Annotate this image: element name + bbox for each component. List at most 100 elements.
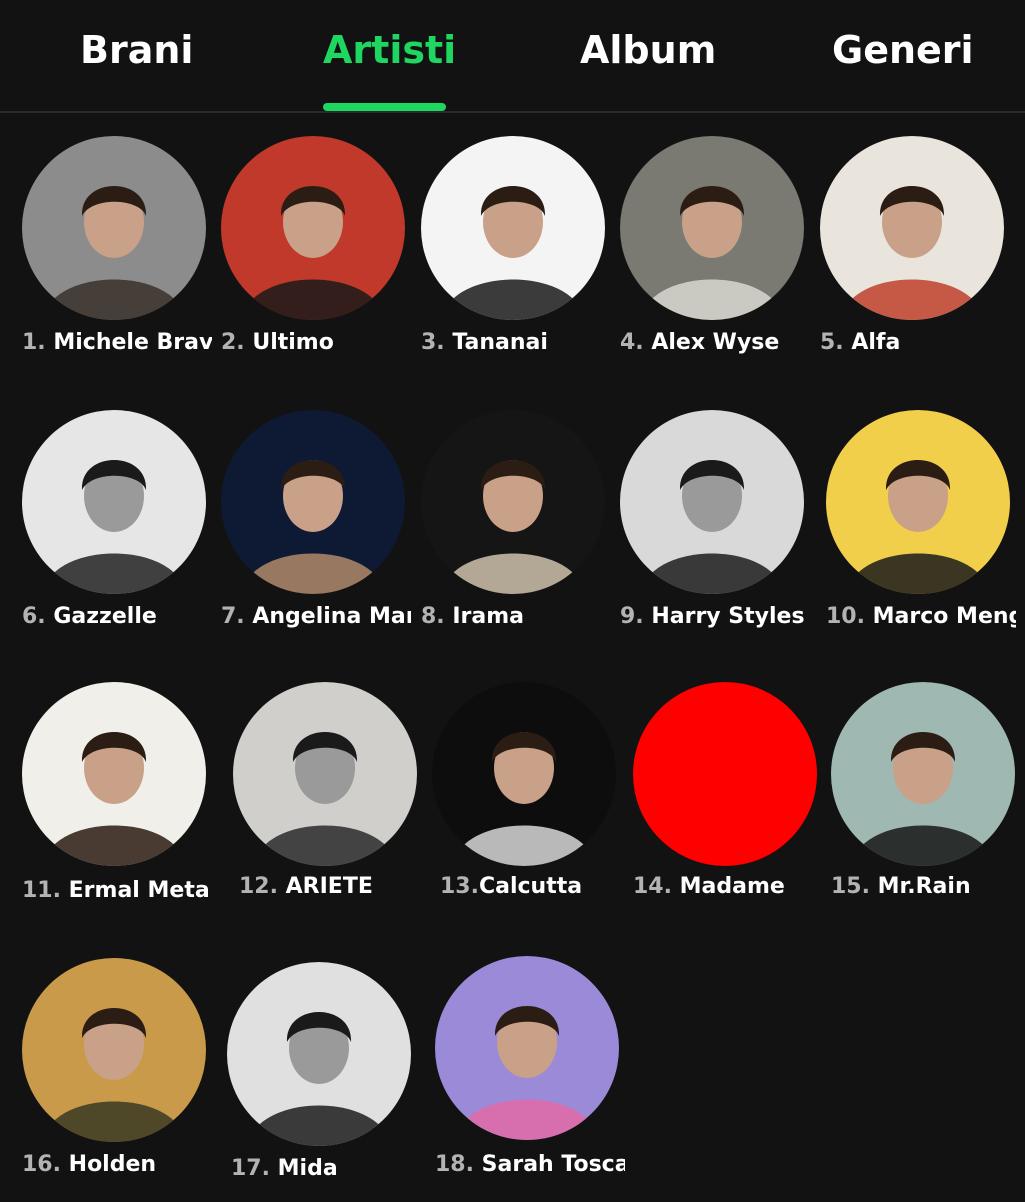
artist-name: ARIETE: [285, 874, 373, 899]
artist-photo: [22, 958, 206, 1142]
artist-card[interactable]: 9. Harry Styles: [620, 410, 820, 650]
artist-rank: 16.: [22, 1152, 61, 1177]
artist-rank: 17.: [231, 1156, 270, 1181]
artist-label: 18. Sarah Toscano: [435, 1148, 625, 1182]
artist-card[interactable]: 5. Alfa: [820, 136, 1020, 376]
artist-photo: [620, 410, 804, 594]
artist-label: 16. Holden: [22, 1148, 212, 1182]
artist-name: Gazzelle: [53, 604, 157, 629]
artist-rank: 6.: [22, 604, 46, 629]
artist-card[interactable]: 17. Mida: [227, 962, 427, 1202]
artist-photo: [831, 682, 1015, 866]
artist-label: 11. Ermal Meta: [22, 874, 212, 908]
artist-card[interactable]: 18. Sarah Toscano: [435, 956, 635, 1196]
artist-name: Angelina Mango: [252, 604, 411, 629]
artist-card[interactable]: 15. Mr.Rain: [831, 682, 1025, 922]
portrait-graphic: [432, 682, 616, 866]
artist-rank: 1.: [22, 330, 46, 355]
artist-rank: 4.: [620, 330, 644, 355]
portrait-graphic: [233, 682, 417, 866]
artist-label: 3. Tananai: [421, 326, 611, 360]
artist-photo: [221, 136, 405, 320]
artist-card[interactable]: 16. Holden: [22, 958, 222, 1198]
artist-label: 10. Marco Mengoni: [826, 600, 1016, 634]
artist-photo: [820, 136, 1004, 320]
artist-photo: [221, 410, 405, 594]
portrait-graphic: [826, 410, 1010, 594]
artist-label: 6. Gazzelle: [22, 600, 212, 634]
artist-label: 12. ARIETE: [239, 870, 429, 904]
artist-rank: 13.: [440, 874, 479, 899]
artist-name: Sarah Toscano: [481, 1152, 625, 1177]
artist-name: Ultimo: [252, 330, 334, 355]
artist-card[interactable]: 10. Marco Mengoni: [826, 410, 1025, 650]
artist-label: 14. Madame: [633, 870, 823, 904]
artist-photo: [22, 410, 206, 594]
artist-grid: 1. Michele Bravi 2. Ultimo 3. Tananai 4.…: [0, 0, 1025, 1200]
artist-card[interactable]: 13.Calcutta: [432, 682, 632, 922]
portrait-graphic: [620, 136, 804, 320]
artist-card[interactable]: 8. Irama: [421, 410, 621, 650]
artist-photo: [435, 956, 619, 1140]
artist-rank: 18.: [435, 1152, 474, 1177]
artist-photo: [421, 136, 605, 320]
artist-name: Calcutta: [478, 874, 583, 899]
artist-label: 15. Mr.Rain: [831, 870, 1021, 904]
artist-name: Alex Wyse: [651, 330, 780, 355]
artist-rank: 8.: [421, 604, 445, 629]
portrait-graphic: [221, 136, 405, 320]
artist-label: 4. Alex Wyse: [620, 326, 810, 360]
artist-name: Alfa: [851, 330, 901, 355]
artist-rank: 12.: [239, 874, 278, 899]
artist-rank: 2.: [221, 330, 245, 355]
portrait-graphic: [22, 410, 206, 594]
portrait-graphic: [22, 136, 206, 320]
artist-photo: [22, 682, 206, 866]
artist-rank: 3.: [421, 330, 445, 355]
artist-rank: 14.: [633, 874, 672, 899]
artist-photo: [227, 962, 411, 1146]
artist-name: Irama: [452, 604, 524, 629]
artist-label: 2. Ultimo: [221, 326, 411, 360]
artist-name: Mr.Rain: [877, 874, 971, 899]
artist-rank: 7.: [221, 604, 245, 629]
portrait-graphic: [22, 958, 206, 1142]
artist-rank: 11.: [22, 878, 61, 903]
artist-photo: [633, 682, 817, 866]
portrait-graphic: [221, 410, 405, 594]
portrait-graphic: [435, 956, 619, 1140]
artist-card[interactable]: 14. Madame: [633, 682, 833, 922]
artist-name: Tananai: [452, 330, 548, 355]
artist-label: 5. Alfa: [820, 326, 1010, 360]
artist-name: Mida: [277, 1156, 338, 1181]
artist-rank: 5.: [820, 330, 844, 355]
artist-card[interactable]: 11. Ermal Meta: [22, 682, 222, 922]
artist-card[interactable]: 7. Angelina Mango: [221, 410, 421, 650]
artist-name: Holden: [68, 1152, 157, 1177]
artist-card[interactable]: 1. Michele Bravi: [22, 136, 222, 376]
artist-photo: [233, 682, 417, 866]
artist-name: Madame: [679, 874, 785, 899]
artist-name: Michele Bravi: [53, 330, 212, 355]
portrait-graphic: [820, 136, 1004, 320]
artist-card[interactable]: 6. Gazzelle: [22, 410, 222, 650]
portrait-graphic: [22, 682, 206, 866]
artist-label: 8. Irama: [421, 600, 611, 634]
artist-label: 13.Calcutta: [440, 870, 630, 904]
artist-rank: 15.: [831, 874, 870, 899]
artist-name: Marco Mengoni: [872, 604, 1016, 629]
artist-card[interactable]: 12. ARIETE: [233, 682, 433, 922]
artist-label: 9. Harry Styles: [620, 600, 810, 634]
artist-label: 17. Mida: [231, 1152, 421, 1186]
portrait-graphic: [620, 410, 804, 594]
artist-card[interactable]: 2. Ultimo: [221, 136, 421, 376]
portrait-graphic: [633, 682, 817, 866]
artist-photo: [421, 410, 605, 594]
artist-rank: 9.: [620, 604, 644, 629]
artist-name: Ermal Meta: [68, 878, 210, 903]
artist-card[interactable]: 3. Tananai: [421, 136, 621, 376]
artist-card[interactable]: 4. Alex Wyse: [620, 136, 820, 376]
artist-name: Harry Styles: [651, 604, 805, 629]
artist-label: 1. Michele Bravi: [22, 326, 212, 360]
artist-photo: [432, 682, 616, 866]
